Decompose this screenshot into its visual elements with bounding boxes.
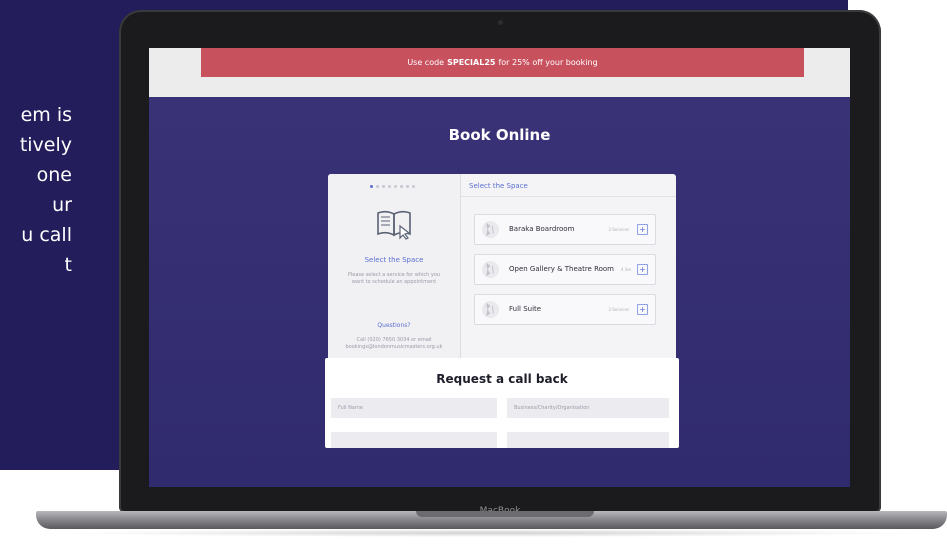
booking-sidebar: Select the Space Please select a service… — [328, 174, 461, 368]
laptop-screen: Use code SPECIAL25 for 25% off your book… — [149, 48, 850, 487]
step-description: Please select a service for which you wa… — [347, 272, 441, 285]
service-name: Full Suite — [509, 305, 542, 313]
form-field[interactable] — [507, 432, 669, 448]
book-icon — [377, 210, 411, 240]
business-field[interactable]: Business/Charity/Organisation — [507, 398, 669, 418]
service-name: Baraka Boardroom — [509, 225, 575, 233]
intro-line: tively — [19, 134, 72, 156]
intro-line: u call — [21, 224, 72, 246]
step-dot — [400, 185, 403, 188]
promo-text-after: for 25% off your booking — [498, 58, 598, 67]
plus-icon[interactable]: + — [637, 264, 648, 275]
page-title: Book Online — [448, 126, 551, 144]
business-placeholder: Business/Charity/Organisation — [514, 405, 590, 411]
contact-text: Call (020) 7650 3034 or email bookings@l… — [345, 337, 443, 350]
service-logo-icon — [481, 260, 500, 279]
service-count: 3 Services — [608, 307, 629, 312]
callback-title: Request a call back — [436, 372, 568, 386]
full-name-field[interactable]: Full Name — [331, 398, 497, 418]
service-logo-icon — [481, 220, 500, 239]
step-dot — [370, 185, 373, 188]
service-count: 4 Services — [621, 267, 631, 272]
service-item-full-suite[interactable]: Full Suite 3 Services + — [474, 294, 656, 325]
promo-banner: Use code SPECIAL25 for 25% off your book… — [201, 48, 804, 77]
laptop-shadow — [60, 529, 920, 537]
step-dot — [388, 185, 391, 188]
step-dot — [406, 185, 409, 188]
questions-label: Questions? — [377, 322, 411, 329]
step-indicator — [370, 185, 415, 188]
intro-line: em is — [20, 104, 72, 126]
laptop-notch — [416, 511, 594, 517]
step-dot — [376, 185, 379, 188]
divider — [461, 196, 676, 197]
service-item-open-gallery[interactable]: Open Gallery & Theatre Room 4 Services + — [474, 254, 656, 285]
promo-code: SPECIAL25 — [447, 58, 496, 67]
intro-line: one — [36, 164, 72, 186]
plus-icon[interactable]: + — [637, 304, 648, 315]
service-item-baraka-boardroom[interactable]: Baraka Boardroom 3 Services + — [474, 214, 656, 245]
site-header: Use code SPECIAL25 for 25% off your book… — [149, 48, 850, 97]
service-name: Open Gallery & Theatre Room — [509, 265, 615, 273]
service-count: 3 Services — [608, 227, 629, 232]
booking-widget: Select the Space Please select a service… — [328, 174, 676, 368]
service-logo-icon — [481, 300, 500, 319]
step-dot — [394, 185, 397, 188]
form-field[interactable] — [331, 432, 497, 448]
plus-icon[interactable]: + — [637, 224, 648, 235]
step-dot — [382, 185, 385, 188]
callback-form: Request a call back Full Name Business/C… — [325, 358, 679, 448]
full-name-placeholder: Full Name — [338, 405, 363, 411]
step-title: Select the Space — [364, 256, 424, 264]
intro-line: t — [64, 254, 72, 276]
services-heading: Select the Space — [469, 182, 528, 190]
intro-line: ur — [52, 194, 72, 216]
step-dot — [412, 185, 415, 188]
camera-icon — [498, 20, 503, 25]
promo-text-before: Use code — [407, 58, 445, 67]
